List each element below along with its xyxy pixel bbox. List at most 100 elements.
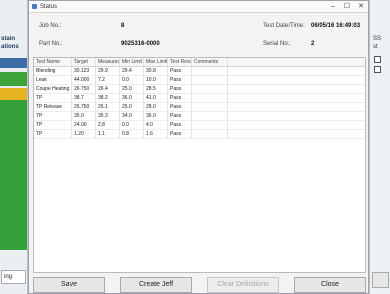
grid-cell: 26.750 <box>72 85 96 93</box>
background-label: stain <box>1 36 16 42</box>
background-label: SS <box>373 36 382 42</box>
grid-cell: 26.750 <box>72 103 96 111</box>
grid-cell: 0.0 <box>120 76 144 84</box>
background-band <box>0 58 27 68</box>
grid-cell: 1.6 <box>144 130 168 138</box>
column-header[interactable]: Max Limit <box>144 58 168 66</box>
grid-cell <box>192 67 228 75</box>
grid-cell: 7.2 <box>96 76 120 84</box>
background-status-strip <box>0 88 27 100</box>
create-button[interactable]: Create Jeff <box>120 277 192 293</box>
grid-cell: Pass <box>168 76 192 84</box>
grid-cell <box>192 76 228 84</box>
grid-cell: Pass <box>168 103 192 111</box>
grid-cell: 30.123 <box>72 67 96 75</box>
grid-cell: 36.0 <box>120 94 144 102</box>
grid-cell: Pass <box>168 130 192 138</box>
maximize-icon[interactable]: ☐ <box>340 1 354 13</box>
background-label: ations <box>1 44 19 50</box>
grid-cell: 0.0 <box>120 121 144 129</box>
column-header[interactable]: Measured <box>96 58 120 66</box>
test-results-grid[interactable]: Test Name Target Measured Min Limit Max … <box>33 57 366 273</box>
background-label: st <box>373 44 378 50</box>
grid-cell: 28.5 <box>144 85 168 93</box>
table-row[interactable]: Coupe Heating 26.750 26.4 25.0 28.5 Pass <box>34 85 365 94</box>
close-button[interactable]: Close <box>294 277 366 293</box>
grid-cell: TP <box>34 94 72 102</box>
grid-cell: Pass <box>168 67 192 75</box>
table-row[interactable]: TP 38.7 38.2 36.0 41.0 Pass <box>34 94 365 103</box>
grid-cell: TP Release <box>34 103 72 111</box>
grid-cell: 26.1 <box>96 103 120 111</box>
grid-cell: 34.0 <box>120 112 144 120</box>
clear-definitions-button[interactable]: Clear Definitions <box>207 277 279 293</box>
grid-cell: 10.0 <box>144 76 168 84</box>
grid-cell <box>192 112 228 120</box>
test-date-value: 06/05/16 16:49:03 <box>311 23 361 29</box>
save-button[interactable]: Save <box>33 277 105 293</box>
grid-cell <box>192 85 228 93</box>
part-no-label: Part No.: <box>39 41 63 47</box>
column-header[interactable]: Comments <box>192 58 228 66</box>
background-checkbox <box>374 66 381 73</box>
grid-cell: TP <box>34 130 72 138</box>
background-status-strip <box>0 72 27 86</box>
grid-cell: TP <box>34 112 72 120</box>
grid-cell <box>192 103 228 111</box>
grid-cell: 1.20 <box>72 130 96 138</box>
status-dialog: Status – ☐ ✕ Job No.: 8 Test Date/Time: … <box>28 0 369 294</box>
grid-cell: 28.0 <box>144 103 168 111</box>
table-row[interactable]: TP 35.0 35.3 34.0 36.0 Pass <box>34 112 365 121</box>
grid-header: Test Name Target Measured Min Limit Max … <box>34 58 365 67</box>
column-header[interactable]: Test Result <box>168 58 192 66</box>
grid-cell: 29.4 <box>120 67 144 75</box>
grid-cell: 25.0 <box>120 103 144 111</box>
background-button <box>372 272 389 288</box>
table-row[interactable]: Leak 44.000 7.2 0.0 10.0 Pass <box>34 76 365 85</box>
grid-cell: Pass <box>168 94 192 102</box>
part-no-value: 9025316-0000 <box>121 41 160 47</box>
grid-cell: 4.0 <box>144 121 168 129</box>
table-row[interactable]: TP 24.00 2.8 0.0 4.0 Pass <box>34 121 365 130</box>
grid-cell: TP <box>34 121 72 129</box>
app-icon <box>32 4 37 9</box>
job-info-panel: Job No.: 8 Test Date/Time: 06/05/16 16:4… <box>33 15 366 55</box>
grid-cell: Leak <box>34 76 72 84</box>
close-icon[interactable]: ✕ <box>354 1 368 13</box>
column-header[interactable]: Target <box>72 58 96 66</box>
table-row[interactable]: TP Release 26.750 26.1 25.0 28.0 Pass <box>34 103 365 112</box>
serial-no-label: Serial No.: <box>263 41 292 47</box>
dialog-button-bar: Save Create Jeff Clear Definitions Close <box>33 277 366 294</box>
grid-cell <box>192 94 228 102</box>
table-row[interactable]: TP 1.20 1.1 0.8 1.6 Pass <box>34 130 365 139</box>
grid-cell <box>192 121 228 129</box>
grid-cell: 35.0 <box>72 112 96 120</box>
grid-cell: 41.0 <box>144 94 168 102</box>
column-header[interactable]: Test Name <box>34 58 72 66</box>
grid-cell: 2.8 <box>96 121 120 129</box>
grid-cell: 1.1 <box>96 130 120 138</box>
grid-cell: 26.4 <box>96 85 120 93</box>
background-status-strip <box>0 100 27 250</box>
minimize-icon[interactable]: – <box>326 1 340 13</box>
grid-cell: 35.3 <box>96 112 120 120</box>
background-app-right-panel: SS st <box>369 0 390 294</box>
grid-cell: Pass <box>168 121 192 129</box>
grid-cell: 36.0 <box>144 112 168 120</box>
grid-cell: 29.9 <box>96 67 120 75</box>
grid-cell: 38.7 <box>72 94 96 102</box>
grid-cell: 30.8 <box>144 67 168 75</box>
grid-cell: 0.8 <box>120 130 144 138</box>
job-no-value: 8 <box>121 23 125 29</box>
grid-cell: Blending <box>34 67 72 75</box>
column-header[interactable]: Min Limit <box>120 58 144 66</box>
grid-cell: 24.00 <box>72 121 96 129</box>
job-no-label: Job No.: <box>39 23 62 29</box>
grid-cell: Pass <box>168 112 192 120</box>
background-app-left-panel: stain ations ing <box>0 0 28 294</box>
dialog-title: Status <box>40 3 58 10</box>
grid-cell: 25.0 <box>120 85 144 93</box>
serial-no-value: 2 <box>311 41 315 47</box>
table-row[interactable]: Blending 30.123 29.9 29.4 30.8 Pass <box>34 67 365 76</box>
grid-cell: Pass <box>168 85 192 93</box>
